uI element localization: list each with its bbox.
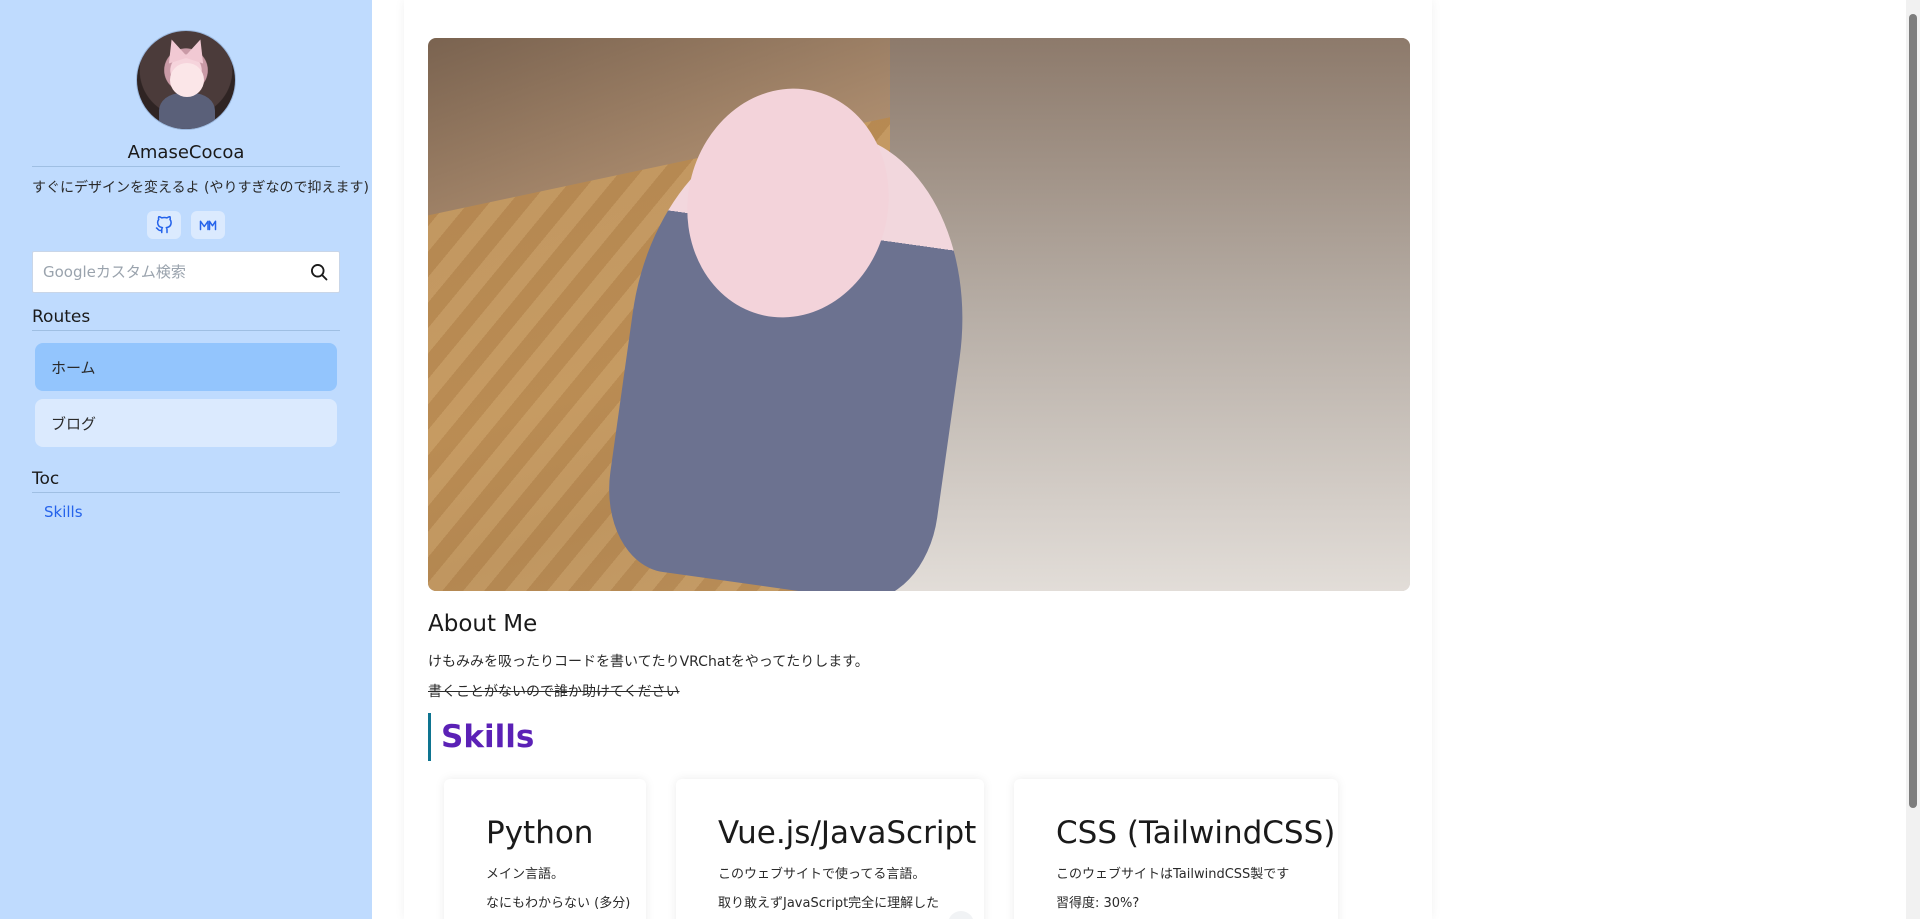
route-blog-label: ブログ [51, 414, 97, 433]
skill-card-css: CSS (TailwindCSS) このウェブサイトはTailwindCSS製で… [1014, 779, 1338, 919]
nuxt-devtools-button[interactable] [948, 911, 974, 919]
sidebar: AmaseCocoa すぐにデザインを変えるよ (やりすぎなので抑えます) Ro… [0, 0, 372, 919]
toc-heading: Toc [32, 469, 340, 493]
route-home[interactable]: ホーム [35, 343, 337, 391]
skill-card-vue: Vue.js/JavaScript このウェブサイトで使ってる言語。 取り敢えず… [676, 779, 984, 919]
about-title: About Me [428, 611, 538, 637]
skill-desc: 取り敢えずJavaScript完全に理解した [718, 896, 940, 911]
social-links [32, 211, 340, 239]
skill-desc: メイン言語。 [486, 867, 565, 882]
route-home-label: ホーム [51, 358, 96, 377]
skill-card-python: Python メイン言語。 なにもわからない (多分) [444, 779, 646, 919]
avatar [136, 30, 236, 130]
skills-heading: Skills [428, 713, 1408, 761]
routes-heading: Routes [32, 307, 340, 331]
skill-desc: このウェブサイトで使ってる言語。 [718, 867, 926, 882]
search-icon[interactable] [309, 262, 329, 282]
github-icon [155, 216, 172, 234]
misskey-icon [199, 220, 217, 231]
search-box [32, 251, 340, 293]
toc-link-skills[interactable]: Skills [44, 503, 340, 521]
skill-title: Vue.js/JavaScript [718, 815, 977, 851]
profile-name: AmaseCocoa [32, 142, 340, 167]
skill-desc: 習得度: 30%? [1056, 896, 1140, 911]
github-link[interactable] [147, 211, 181, 239]
main-content: About Me けもみみを吸ったりコードを書いてたりVRChatをやってたりし… [404, 0, 1432, 919]
skill-title: Python [486, 815, 594, 851]
about-text-strikethrough: 書くことがないので誰か助けてください [428, 684, 680, 700]
about-text: けもみみを吸ったりコードを書いてたりVRChatをやってたりします。 [428, 654, 869, 670]
route-blog[interactable]: ブログ [35, 399, 337, 447]
search-input[interactable] [43, 263, 309, 281]
page-scrollbar[interactable] [1906, 0, 1920, 919]
skill-desc: このウェブサイトはTailwindCSS製です [1056, 867, 1290, 882]
profile-bio: すぐにデザインを変えるよ (やりすぎなので抑えます) [32, 180, 369, 196]
skill-desc: なにもわからない (多分) [486, 896, 631, 911]
misskey-link[interactable] [191, 211, 225, 239]
skill-title: CSS (TailwindCSS) [1056, 815, 1336, 851]
hero-image [428, 38, 1410, 591]
skills-list: Python メイン言語。 なにもわからない (多分) Vue.js/JavaS… [428, 779, 1408, 919]
scrollbar-thumb[interactable] [1909, 14, 1917, 808]
